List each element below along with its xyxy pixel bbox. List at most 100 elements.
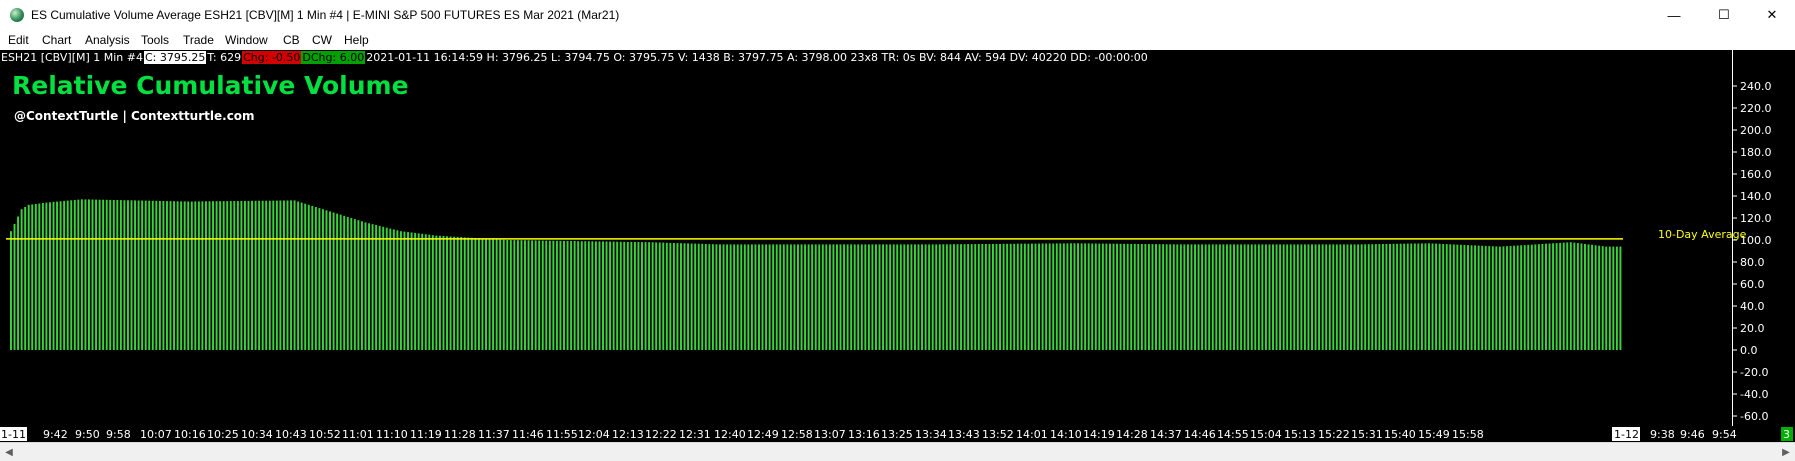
volume-bar <box>403 231 406 350</box>
volume-bar <box>772 244 775 350</box>
volume-bar <box>531 240 534 350</box>
horizontal-scrollbar[interactable]: ◀ ▶ <box>0 442 1795 461</box>
volume-bar <box>765 244 768 350</box>
volume-bar <box>304 203 307 350</box>
volume-bar <box>619 241 622 350</box>
volume-bar <box>1360 244 1363 350</box>
menu-window[interactable]: Window <box>225 33 268 47</box>
volume-bar <box>534 240 537 350</box>
volume-bar <box>1353 244 1356 350</box>
volume-bar <box>368 223 370 350</box>
volume-bar <box>704 244 707 350</box>
volume-bar <box>1225 244 1228 350</box>
volume-bar <box>1247 244 1250 350</box>
volume-bar <box>1619 246 1622 350</box>
close-button[interactable]: ✕ <box>1749 0 1795 30</box>
volume-bar <box>1435 243 1438 350</box>
volume-bar <box>974 244 977 350</box>
volume-bar <box>1520 245 1523 350</box>
volume-bar <box>708 244 711 350</box>
scroll-left-arrow-icon[interactable]: ◀ <box>0 444 18 460</box>
volume-bar <box>680 243 682 350</box>
volume-bar <box>1449 244 1452 350</box>
menu-help[interactable]: Help <box>344 33 369 47</box>
volume-bar <box>1357 244 1360 350</box>
volume-bar <box>1158 244 1161 350</box>
volume-bar <box>1293 244 1296 350</box>
volume-bar <box>963 244 966 350</box>
volume-bar <box>1268 244 1271 350</box>
volume-bar <box>59 201 62 350</box>
info-symbol: ESH21 [CBV][M] 1 Min #4 <box>1 51 143 64</box>
volume-bar <box>1573 242 1576 350</box>
menu-chart[interactable]: Chart <box>42 33 71 47</box>
volume-bar <box>1137 244 1140 350</box>
minimize-button[interactable]: — <box>1651 0 1697 30</box>
volume-bar <box>1275 244 1278 350</box>
volume-bar <box>843 244 846 350</box>
menu-trade[interactable]: Trade <box>183 33 214 47</box>
time-tick-label: 15:49 <box>1418 428 1450 441</box>
volume-bar <box>254 200 257 350</box>
menu-cw[interactable]: CW <box>312 33 332 47</box>
volume-bar <box>307 204 310 350</box>
volume-bar <box>1169 244 1172 350</box>
volume-bar <box>371 224 374 350</box>
y-tick-label: 60.0 <box>1740 278 1765 291</box>
volume-bar <box>1438 243 1441 350</box>
volume-bar <box>197 201 200 350</box>
time-tick-label: 11:19 <box>410 428 442 441</box>
scroll-right-arrow-icon[interactable]: ▶ <box>1777 444 1795 460</box>
volume-bar <box>758 244 760 350</box>
y-tick-label: 80.0 <box>1740 256 1765 269</box>
volume-bar <box>1325 244 1328 350</box>
volume-bar <box>991 243 994 350</box>
time-axis[interactable]: 1-11 9:42 9:50 9:58 10:07 10:16 10:25 10:34 10:4… <box>0 426 1795 442</box>
menu-analysis[interactable]: Analysis <box>85 33 130 47</box>
time-tick-label: 11:46 <box>512 428 544 441</box>
volume-bar <box>736 244 739 350</box>
volume-bar <box>485 238 487 350</box>
time-tick-label: 14:10 <box>1050 428 1082 441</box>
volume-bar <box>148 200 151 350</box>
volume-bar <box>1389 243 1391 350</box>
volume-bar <box>492 239 495 350</box>
volume-bar <box>325 210 328 350</box>
volume-bar <box>226 201 229 350</box>
volume-bar <box>669 242 672 350</box>
corner-badge: 3 <box>1783 428 1790 441</box>
volume-bar <box>527 240 530 350</box>
volume-bar <box>793 244 796 350</box>
time-tick-label: 14:19 <box>1083 428 1115 441</box>
y-tick-label: 40.0 <box>1740 300 1765 313</box>
time-tick-label: 12:04 <box>578 428 610 441</box>
volume-bar <box>1087 243 1090 350</box>
chart-canvas[interactable]: 240.0220.0200.0180.0160.0140.0120.0100.0… <box>0 50 1795 426</box>
volume-bar <box>1045 243 1048 350</box>
volume-bar <box>1133 243 1136 350</box>
volume-bar <box>1126 243 1129 350</box>
maximize-button[interactable]: ☐ <box>1701 0 1747 30</box>
chart-area[interactable]: 240.0 220.0 200.0 180.0 160.0 140.0 120.0 100.0… <box>0 50 1795 426</box>
window-title: ES Cumulative Volume Average ESH21 [CBV]… <box>31 8 620 22</box>
volume-bar <box>1346 244 1349 350</box>
volume-bar <box>1580 243 1583 350</box>
volume-bar <box>1445 244 1448 350</box>
menu-edit[interactable]: Edit <box>8 33 29 47</box>
menu-tools[interactable]: Tools <box>141 33 169 47</box>
volume-bar <box>396 230 399 350</box>
volume-bar <box>165 201 168 350</box>
volume-bar <box>658 242 661 350</box>
time-tick-label: 10:43 <box>275 428 307 441</box>
volume-bar <box>318 208 321 350</box>
volume-bar <box>1527 244 1530 350</box>
volume-bar <box>931 244 934 350</box>
volume-bar <box>999 243 1002 350</box>
volume-bar <box>339 214 342 350</box>
volume-bar <box>137 200 140 350</box>
time-tick-label: 10:07 <box>140 428 172 441</box>
menu-cb[interactable]: CB <box>283 33 300 47</box>
volume-bar <box>27 204 30 350</box>
volume-bar <box>346 216 349 350</box>
time-tick-label: 9:46 <box>1680 428 1705 441</box>
